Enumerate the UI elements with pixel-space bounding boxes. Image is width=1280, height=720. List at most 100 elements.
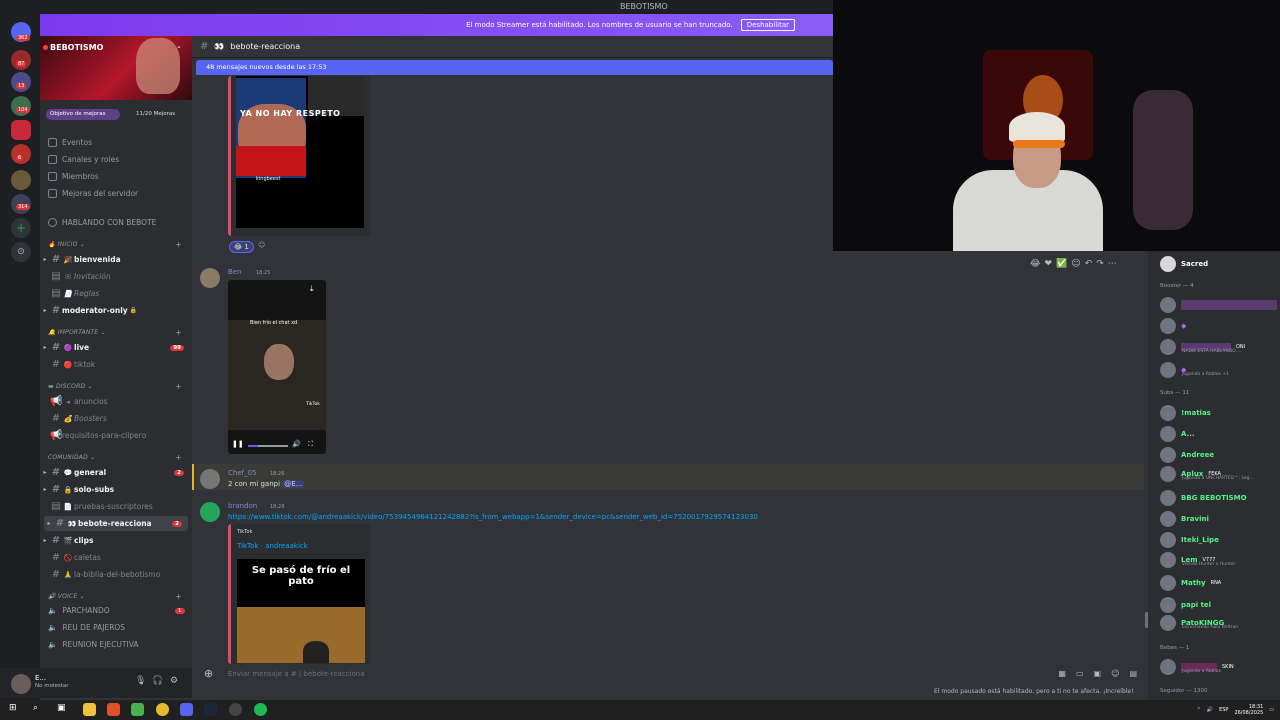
menu-channels-roles[interactable]: Canales y roles xyxy=(48,155,119,164)
channel-moderator-only[interactable]: ▸ # moderator-only 🔒 xyxy=(40,303,190,318)
sticker-icon[interactable]: ▣ xyxy=(1094,664,1102,684)
video-thumbnail[interactable]: YA NO HAY RESPETO kingbeest xyxy=(236,76,364,228)
add-server-icon[interactable]: + xyxy=(11,218,31,238)
voice-channel-parchando[interactable]: 🔈 PARCHANDO 1 xyxy=(48,606,185,615)
server-icon[interactable] xyxy=(11,72,31,92)
gear-icon[interactable]: ⚙ xyxy=(170,676,178,686)
server-icon-active[interactable] xyxy=(11,120,31,140)
more-icon[interactable]: ⋯ xyxy=(1108,259,1117,269)
add-reaction-icon[interactable]: ☺ xyxy=(1071,259,1080,269)
user-mention[interactable]: @E... xyxy=(282,480,305,488)
apps-icon[interactable]: ▤ xyxy=(1129,664,1137,684)
avatar[interactable] xyxy=(200,268,220,288)
gif-icon[interactable]: ▭ xyxy=(1076,664,1084,684)
chevron-down-icon[interactable]: ⌄ xyxy=(176,42,182,50)
member-item[interactable]: !matias xyxy=(1160,405,1211,421)
add-channel-icon[interactable]: + xyxy=(175,240,182,249)
channel-general[interactable]: ▸ # 💬 general 2 xyxy=(40,465,190,480)
chevron-up-icon[interactable]: ⌃ xyxy=(1197,707,1201,713)
channel-pruebas[interactable]: ▤ 📄 pruebas-suscriptores xyxy=(40,499,190,514)
embed-thumbnail[interactable]: Se pasó de frío el pato xyxy=(237,559,365,663)
volume-icon[interactable]: 🔊 xyxy=(292,440,301,448)
menu-members[interactable]: Miembros xyxy=(48,172,99,181)
task-view-icon[interactable]: ▣ xyxy=(57,703,70,716)
member-item[interactable]: Lem V777 Viendo Hunter x Hunter xyxy=(1160,552,1235,568)
tiktok-embed[interactable]: TikTok TikTok · andreaakick Se pasó de f… xyxy=(228,524,370,664)
server-icon[interactable] xyxy=(11,144,31,164)
channel-la-biblia[interactable]: # 🙏 la-biblia-del-bebotismo xyxy=(40,567,190,582)
category-voice[interactable]: 🔊 VOICE ⌄ + xyxy=(48,592,182,601)
message-author[interactable]: Ben xyxy=(228,268,242,276)
add-reaction-icon[interactable]: ☺ xyxy=(258,241,265,249)
member-item[interactable]: SKIN Jugando a Roblox xyxy=(1160,659,1234,675)
clock[interactable]: 18:31 26/08/2025 xyxy=(1234,704,1263,716)
avatar[interactable] xyxy=(200,502,220,522)
fullscreen-icon[interactable]: ⛶ xyxy=(308,440,313,449)
composer-placeholder[interactable]: Enviar mensaje a # | bebote-reacciona xyxy=(228,670,365,678)
menu-events[interactable]: Eventos xyxy=(48,138,92,147)
disable-streamer-button[interactable]: Deshabilitar xyxy=(740,19,795,31)
video-player[interactable]: Bien frío el chat xd TikTok ⤓ ❚❚ 🔊 ⛶ xyxy=(228,280,326,454)
avatar[interactable] xyxy=(11,674,31,694)
server-banner[interactable]: BEBOTISMO ⌄ xyxy=(40,36,192,100)
emoji-react-icon[interactable]: 😂 xyxy=(1030,259,1041,269)
plus-icon[interactable]: ⊕ xyxy=(204,664,213,684)
forward-icon[interactable]: ↷ xyxy=(1096,259,1104,269)
message-composer[interactable]: ⊕ Enviar mensaje a # | bebote-reacciona … xyxy=(200,664,1145,684)
search-icon[interactable]: ⌕ xyxy=(33,703,46,716)
add-channel-icon[interactable]: + xyxy=(175,328,182,337)
heart-icon[interactable]: ❤ xyxy=(1045,259,1053,269)
spotify-icon[interactable] xyxy=(254,703,267,716)
channel-invitacion[interactable]: ▤ ✉ Invitación xyxy=(40,269,190,284)
server-icon[interactable] xyxy=(11,170,31,190)
channel-clips[interactable]: ▸ # 🎬 clips xyxy=(40,533,190,548)
member-item[interactable]: Iteki_Lipe xyxy=(1160,532,1219,548)
windows-start-icon[interactable]: ⊞ xyxy=(9,703,22,716)
channel-tiktok[interactable]: # 🔴 tiktok xyxy=(40,357,190,372)
member-item[interactable]: papi tel xyxy=(1160,597,1211,613)
channel-live[interactable]: ▸ # 🟣 live 99 xyxy=(40,340,190,355)
member-item[interactable]: ONI NADIE ESTÁ HABLANDO ... xyxy=(1160,339,1245,355)
message-author[interactable]: Chef_05 xyxy=(228,469,257,477)
member-item[interactable]: ◆ Jugando a Roblox +1 xyxy=(1160,362,1229,378)
notification-icon[interactable]: ▭ xyxy=(1269,707,1274,713)
voice-channel-reu[interactable]: 🔈 REU DE PAJEROS xyxy=(48,623,125,632)
progress-track[interactable] xyxy=(248,445,288,447)
member-item[interactable]: Sacred xyxy=(1160,256,1208,272)
member-item[interactable]: BBG BEBOTISMO xyxy=(1160,490,1247,506)
chrome-icon[interactable] xyxy=(156,703,169,716)
brave-icon[interactable] xyxy=(107,703,120,716)
reaction-pill[interactable]: 😂 1 xyxy=(229,241,254,253)
add-channel-icon[interactable]: + xyxy=(175,382,182,391)
avatar[interactable] xyxy=(200,469,220,489)
server-icon[interactable] xyxy=(11,96,31,116)
category-importante[interactable]: 🔔 IMPORTANTE ⌄ + xyxy=(48,328,182,337)
embed-title[interactable]: TikTok · andreaakick xyxy=(237,542,308,550)
discover-icon[interactable]: ⊙ xyxy=(11,242,31,262)
download-icon[interactable]: ⤓ xyxy=(310,284,314,294)
member-item[interactable]: Bravini xyxy=(1160,511,1209,527)
channel-bienvenida[interactable]: ▸ # 🎉 bienvenida xyxy=(40,252,190,267)
emoji-icon[interactable]: ☺ xyxy=(1111,664,1119,684)
member-item[interactable]: Aplux FEKA Jugando a UNCHARTED™: Leg... xyxy=(1160,466,1254,482)
message-author[interactable]: brandon xyxy=(228,502,257,510)
voice-header[interactable]: HABLANDO CON BEBOTE xyxy=(48,218,156,227)
check-icon[interactable]: ✅ xyxy=(1056,259,1067,269)
speaker-icon[interactable]: 🔊 xyxy=(1207,707,1213,713)
member-item[interactable]: PatoKINGG Escuchando Raúl Beltran xyxy=(1160,615,1238,631)
category-comunidad[interactable]: COMUNIDAD ⌄ + xyxy=(48,453,182,462)
file-explorer-icon[interactable] xyxy=(83,703,96,716)
channel-bebote-reacciona[interactable]: ▸ # 👀 bebote-reacciona 2 xyxy=(44,516,188,531)
member-item[interactable]: ◆ xyxy=(1160,318,1186,334)
new-messages-bar[interactable]: 48 mensajes nuevos desde las 17:53 xyxy=(196,60,833,75)
add-channel-icon[interactable]: + xyxy=(175,453,182,462)
channel-requisitos[interactable]: 📢 requisitos-para-clipero xyxy=(40,428,190,443)
channel-boosters[interactable]: # 💰 Boosters xyxy=(40,411,190,426)
pause-icon[interactable]: ❚❚ xyxy=(232,440,244,448)
boost-progress[interactable]: Objetivo de mejoras 11/20 Mejoras xyxy=(46,109,184,120)
channel-solo-subs[interactable]: ▸ # 🔒 solo-subs xyxy=(40,482,190,497)
server-icon[interactable] xyxy=(11,50,31,70)
message-link[interactable]: https://www.tiktok.com/@andreaakick/vide… xyxy=(228,513,758,521)
member-item[interactable]: Andreee xyxy=(1160,447,1214,463)
obs-icon[interactable] xyxy=(229,703,242,716)
